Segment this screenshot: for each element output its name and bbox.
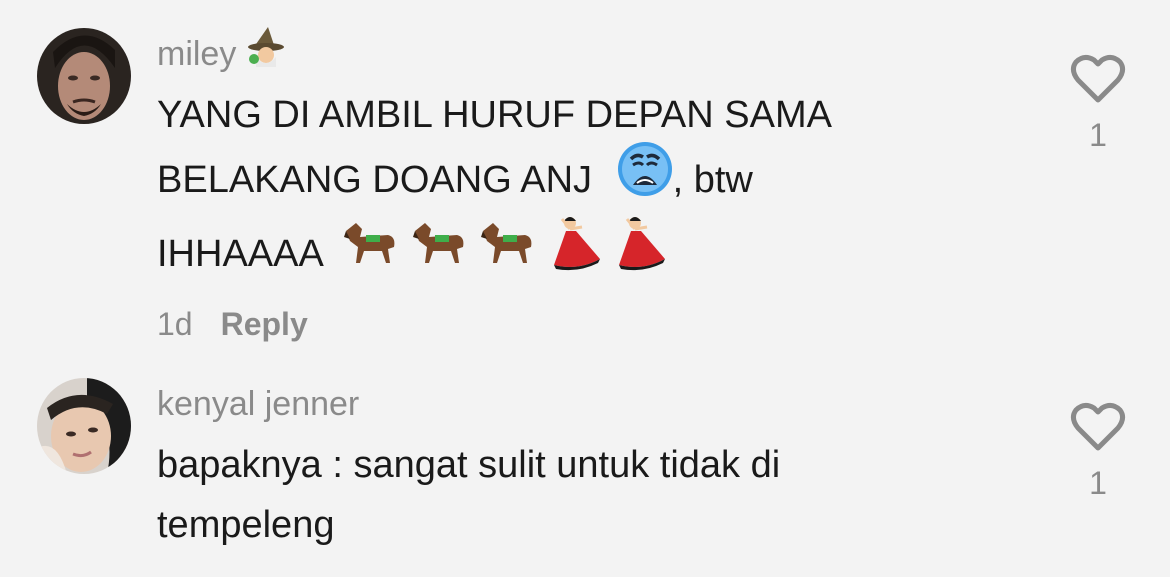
dancer-icon	[613, 215, 667, 289]
avatar[interactable]	[37, 28, 131, 124]
comment-line: YANG DI AMBIL HURUF DEPAN SAMA	[157, 94, 832, 136]
comment-meta: 1d Reply	[157, 303, 977, 345]
avatar[interactable]	[37, 378, 131, 474]
username-text[interactable]: miley	[157, 28, 236, 80]
horse-icon	[411, 219, 469, 285]
horse-icon	[479, 219, 537, 285]
reply-button[interactable]: Reply	[221, 303, 308, 345]
wizard-emoji-icon	[246, 25, 286, 84]
username[interactable]: kenyal jenner	[157, 378, 977, 430]
like-button[interactable]: 1	[1070, 54, 1126, 155]
timestamp: 1d	[157, 306, 193, 342]
username-text[interactable]: kenyal jenner	[157, 378, 359, 430]
comment-line: tempeleng	[157, 504, 335, 546]
comment-line-text: , btw	[672, 159, 753, 202]
comment-text: bapaknya : sangat sulit untuk tidak di t…	[157, 435, 977, 555]
comment-line: BELAKANG DOANG ANJ , btw	[157, 142, 977, 219]
comment-line-text: BELAKANG DOANG ANJ	[157, 159, 593, 202]
comment-line: IHHAAAA	[157, 217, 977, 293]
heart-icon[interactable]	[1070, 402, 1126, 456]
like-button[interactable]: 1	[1070, 402, 1126, 503]
horse-icon	[342, 219, 400, 285]
dancer-icon	[548, 215, 602, 289]
username[interactable]: miley	[157, 26, 977, 80]
like-count: 1	[1089, 117, 1107, 153]
heart-icon[interactable]	[1070, 54, 1126, 108]
like-count: 1	[1089, 465, 1107, 501]
comment-line-text: IHHAAAA	[157, 233, 322, 276]
crying-face-icon	[617, 141, 673, 215]
comment-text: YANG DI AMBIL HURUF DEPAN SAMA BELAKANG …	[157, 85, 977, 293]
comment-line: bapaknya : sangat sulit untuk tidak di	[157, 444, 781, 486]
